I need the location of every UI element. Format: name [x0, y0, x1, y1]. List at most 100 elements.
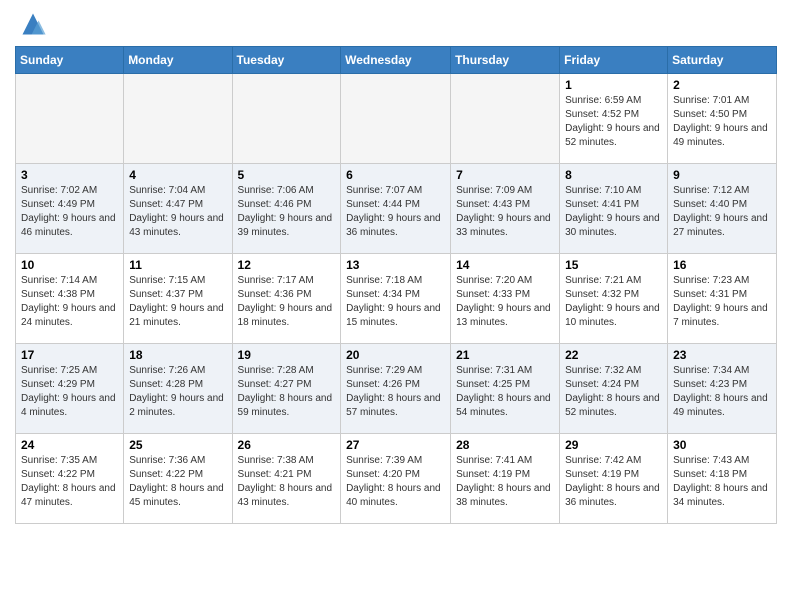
calendar-week-4: 17 Sunrise: 7:25 AM Sunset: 4:29 PM Dayli… — [16, 344, 777, 434]
day-number: 13 — [346, 258, 445, 272]
calendar-cell: 11Sunrise: 7:15 AM Sunset: 4:37 PM Dayli… — [124, 254, 232, 344]
day-number: 2 — [673, 78, 771, 92]
day-info: Sunrise: 7:32 AM Sunset: 4:24 PM Dayligh… — [565, 364, 662, 420]
calendar-header-sunday: Sunday — [16, 47, 124, 74]
calendar-cell: 9Sunrise: 7:12 AM Sunset: 4:40 PM Daylig… — [668, 164, 777, 254]
day-number: 30 — [673, 438, 771, 452]
day-info: Sunrise: 7:15 AM Sunset: 4:37 PM Dayligh… — [129, 274, 226, 330]
calendar-cell: 18 Sunrise: 7:26 AM Sunset: 4:28 PM Dayli… — [124, 344, 232, 434]
day-info: Sunrise: 7:36 AM Sunset: 4:22 PM Dayligh… — [129, 454, 226, 510]
calendar-cell: 28 Sunrise: 7:41 AM Sunset: 4:19 PM Dayli… — [451, 434, 560, 524]
day-info: Sunrise: 7:20 AM Sunset: 4:33 PM Dayligh… — [456, 274, 554, 330]
day-number: 3 — [21, 168, 118, 182]
calendar-cell: 23 Sunrise: 7:34 AM Sunset: 4:23 PM Dayli… — [668, 344, 777, 434]
day-info: Sunrise: 7:26 AM Sunset: 4:28 PM Dayligh… — [129, 364, 226, 420]
calendar-cell — [451, 74, 560, 164]
day-number: 20 — [346, 348, 445, 362]
day-info: Sunrise: 7:09 AM Sunset: 4:43 PM Dayligh… — [456, 184, 554, 240]
calendar-cell: 1Sunrise: 6:59 AM Sunset: 4:52 PM Daylig… — [560, 74, 668, 164]
calendar-cell: 14 Sunrise: 7:20 AM Sunset: 4:33 PM Dayli… — [451, 254, 560, 344]
calendar-header-tuesday: Tuesday — [232, 47, 341, 74]
calendar-week-3: 10 Sunrise: 7:14 AM Sunset: 4:38 PM Dayli… — [16, 254, 777, 344]
day-info: Sunrise: 7:25 AM Sunset: 4:29 PM Dayligh… — [21, 364, 118, 420]
day-number: 27 — [346, 438, 445, 452]
calendar-header-wednesday: Wednesday — [341, 47, 451, 74]
day-info: Sunrise: 7:42 AM Sunset: 4:19 PM Dayligh… — [565, 454, 662, 510]
calendar-cell: 27Sunrise: 7:39 AM Sunset: 4:20 PM Dayli… — [341, 434, 451, 524]
calendar-cell: 19 Sunrise: 7:28 AM Sunset: 4:27 PM Dayli… — [232, 344, 341, 434]
calendar-cell: 26 Sunrise: 7:38 AM Sunset: 4:21 PM Dayli… — [232, 434, 341, 524]
calendar-cell: 7 Sunrise: 7:09 AM Sunset: 4:43 PM Daylig… — [451, 164, 560, 254]
day-number: 5 — [238, 168, 336, 182]
calendar-header-monday: Monday — [124, 47, 232, 74]
calendar-cell: 17 Sunrise: 7:25 AM Sunset: 4:29 PM Dayli… — [16, 344, 124, 434]
calendar-cell: 12 Sunrise: 7:17 AM Sunset: 4:36 PM Dayli… — [232, 254, 341, 344]
day-number: 22 — [565, 348, 662, 362]
day-number: 26 — [238, 438, 336, 452]
calendar-header-row: SundayMondayTuesdayWednesdayThursdayFrid… — [16, 47, 777, 74]
calendar-cell: 16 Sunrise: 7:23 AM Sunset: 4:31 PM Dayli… — [668, 254, 777, 344]
day-info: Sunrise: 7:07 AM Sunset: 4:44 PM Dayligh… — [346, 184, 445, 240]
day-info: Sunrise: 7:06 AM Sunset: 4:46 PM Dayligh… — [238, 184, 336, 240]
calendar-header-saturday: Saturday — [668, 47, 777, 74]
day-number: 14 — [456, 258, 554, 272]
day-number: 9 — [673, 168, 771, 182]
day-info: Sunrise: 7:14 AM Sunset: 4:38 PM Dayligh… — [21, 274, 118, 330]
day-number: 16 — [673, 258, 771, 272]
day-number: 17 — [21, 348, 118, 362]
day-info: Sunrise: 7:17 AM Sunset: 4:36 PM Dayligh… — [238, 274, 336, 330]
day-info: Sunrise: 7:29 AM Sunset: 4:26 PM Dayligh… — [346, 364, 445, 420]
day-number: 29 — [565, 438, 662, 452]
calendar-cell: 15 Sunrise: 7:21 AM Sunset: 4:32 PM Dayli… — [560, 254, 668, 344]
day-number: 6 — [346, 168, 445, 182]
calendar-cell: 24 Sunrise: 7:35 AM Sunset: 4:22 PM Dayli… — [16, 434, 124, 524]
day-info: Sunrise: 7:31 AM Sunset: 4:25 PM Dayligh… — [456, 364, 554, 420]
calendar-header-friday: Friday — [560, 47, 668, 74]
calendar-cell: 4 Sunrise: 7:04 AM Sunset: 4:47 PM Daylig… — [124, 164, 232, 254]
day-number: 23 — [673, 348, 771, 362]
day-number: 28 — [456, 438, 554, 452]
calendar-cell: 5 Sunrise: 7:06 AM Sunset: 4:46 PM Daylig… — [232, 164, 341, 254]
day-number: 24 — [21, 438, 118, 452]
calendar-cell: 22 Sunrise: 7:32 AM Sunset: 4:24 PM Dayli… — [560, 344, 668, 434]
calendar-cell: 6 Sunrise: 7:07 AM Sunset: 4:44 PM Daylig… — [341, 164, 451, 254]
day-info: Sunrise: 7:23 AM Sunset: 4:31 PM Dayligh… — [673, 274, 771, 330]
calendar-header-thursday: Thursday — [451, 47, 560, 74]
logo — [15, 10, 47, 38]
day-number: 15 — [565, 258, 662, 272]
day-number: 25 — [129, 438, 226, 452]
day-info: Sunrise: 7:01 AM Sunset: 4:50 PM Dayligh… — [673, 94, 771, 150]
day-number: 21 — [456, 348, 554, 362]
calendar-cell: 25 Sunrise: 7:36 AM Sunset: 4:22 PM Dayli… — [124, 434, 232, 524]
day-number: 4 — [129, 168, 226, 182]
logo-icon — [19, 10, 47, 38]
day-info: Sunrise: 7:28 AM Sunset: 4:27 PM Dayligh… — [238, 364, 336, 420]
calendar-cell — [232, 74, 341, 164]
calendar-cell — [16, 74, 124, 164]
day-number: 10 — [21, 258, 118, 272]
day-number: 7 — [456, 168, 554, 182]
calendar-cell: 30Sunrise: 7:43 AM Sunset: 4:18 PM Dayli… — [668, 434, 777, 524]
calendar-cell — [341, 74, 451, 164]
calendar-cell: 8Sunrise: 7:10 AM Sunset: 4:41 PM Daylig… — [560, 164, 668, 254]
day-number: 19 — [238, 348, 336, 362]
calendar-week-2: 3 Sunrise: 7:02 AM Sunset: 4:49 PM Daylig… — [16, 164, 777, 254]
calendar-cell: 2 Sunrise: 7:01 AM Sunset: 4:50 PM Daylig… — [668, 74, 777, 164]
day-info: Sunrise: 7:41 AM Sunset: 4:19 PM Dayligh… — [456, 454, 554, 510]
day-info: Sunrise: 7:35 AM Sunset: 4:22 PM Dayligh… — [21, 454, 118, 510]
day-info: Sunrise: 7:34 AM Sunset: 4:23 PM Dayligh… — [673, 364, 771, 420]
day-info: Sunrise: 7:04 AM Sunset: 4:47 PM Dayligh… — [129, 184, 226, 240]
day-info: Sunrise: 7:02 AM Sunset: 4:49 PM Dayligh… — [21, 184, 118, 240]
calendar-cell: 3 Sunrise: 7:02 AM Sunset: 4:49 PM Daylig… — [16, 164, 124, 254]
day-number: 18 — [129, 348, 226, 362]
day-info: Sunrise: 7:10 AM Sunset: 4:41 PM Dayligh… — [565, 184, 662, 240]
day-info: Sunrise: 7:21 AM Sunset: 4:32 PM Dayligh… — [565, 274, 662, 330]
calendar-week-5: 24 Sunrise: 7:35 AM Sunset: 4:22 PM Dayli… — [16, 434, 777, 524]
calendar-week-1: 1Sunrise: 6:59 AM Sunset: 4:52 PM Daylig… — [16, 74, 777, 164]
calendar-cell — [124, 74, 232, 164]
day-number: 12 — [238, 258, 336, 272]
page-container: SundayMondayTuesdayWednesdayThursdayFrid… — [0, 0, 792, 534]
day-info: Sunrise: 7:38 AM Sunset: 4:21 PM Dayligh… — [238, 454, 336, 510]
calendar-cell: 10 Sunrise: 7:14 AM Sunset: 4:38 PM Dayli… — [16, 254, 124, 344]
day-info: Sunrise: 6:59 AM Sunset: 4:52 PM Dayligh… — [565, 94, 662, 150]
